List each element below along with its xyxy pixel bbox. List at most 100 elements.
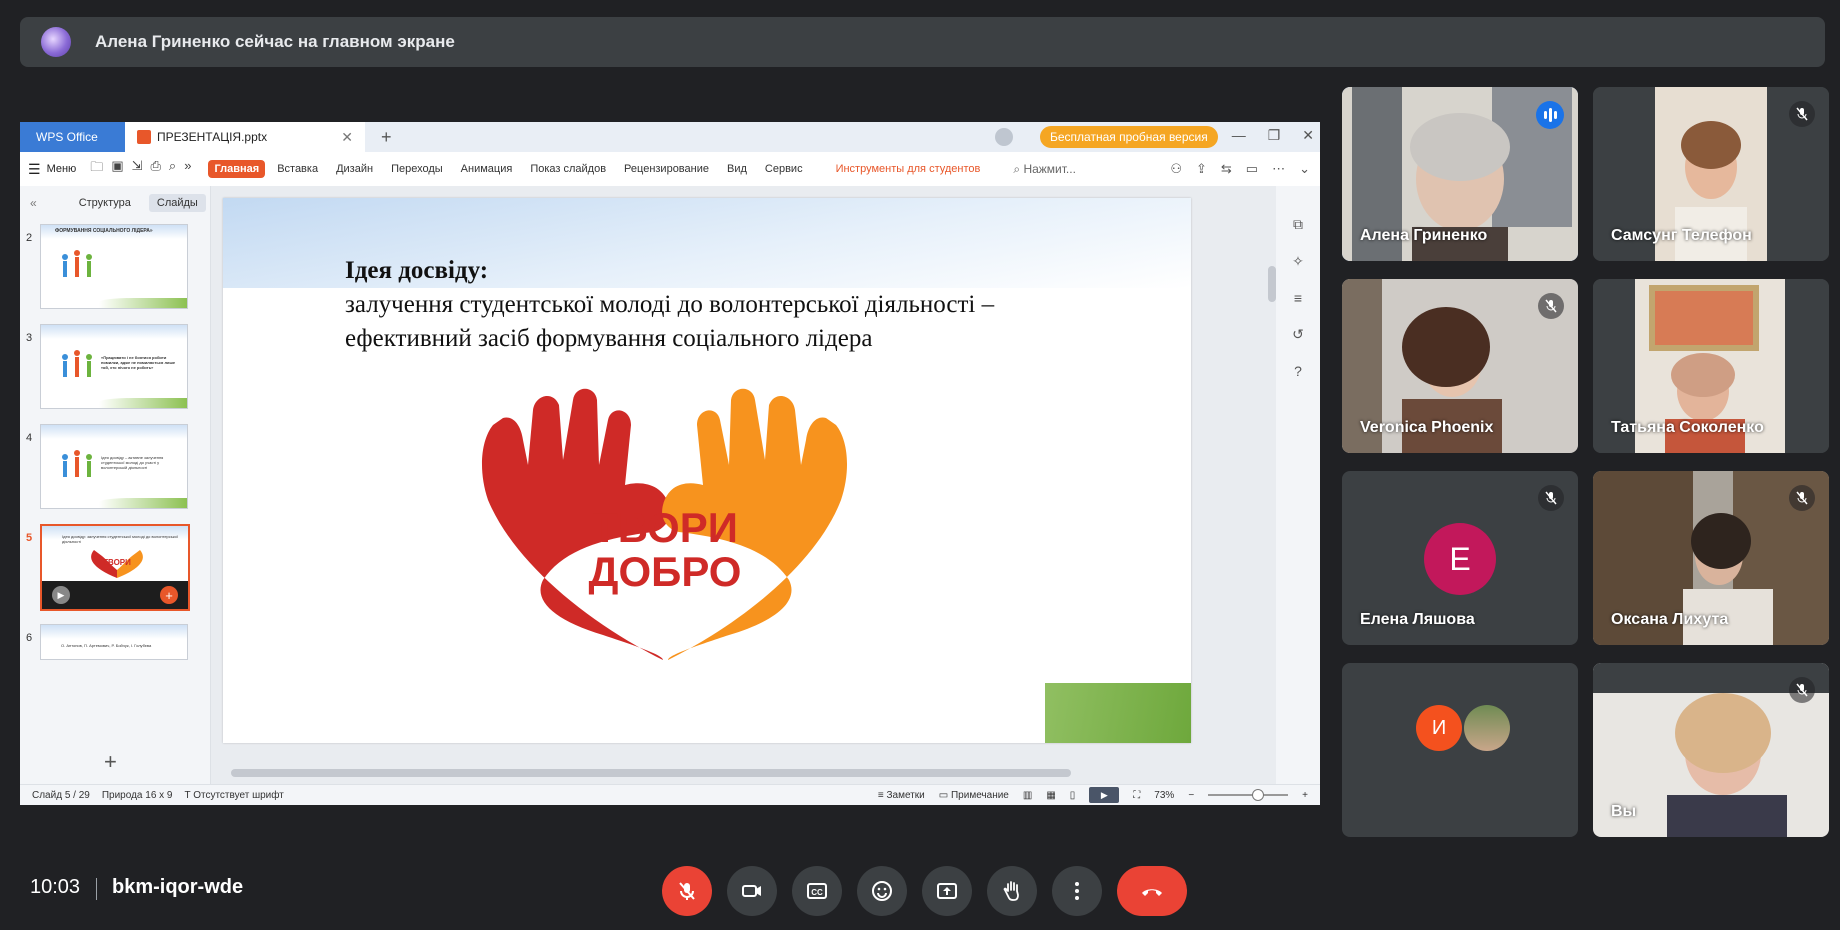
tvory-dobro-image[interactable]: ТВОРИ ДОБРО — [363, 370, 1045, 743]
tab-service[interactable]: Сервис — [759, 160, 809, 178]
speaking-indicator-icon — [1536, 101, 1564, 129]
collapse-panel-icon[interactable]: « — [30, 196, 37, 210]
preview-icon[interactable]: ⌕ — [169, 158, 176, 180]
mic-toggle-button[interactable] — [662, 866, 712, 916]
document-tab-label: ПРЕЗЕНТАЦIЯ.pptx — [157, 130, 268, 144]
fit-icon[interactable]: ⛶ — [1133, 790, 1140, 801]
slide-thumbnail-active[interactable]: Ідея досвіду: залучення студентської мол… — [40, 524, 190, 611]
mic-off-icon — [1538, 485, 1564, 511]
trial-button[interactable]: Бесплатная пробная версия — [1040, 126, 1218, 148]
minimize-icon[interactable]: — — [1232, 127, 1246, 144]
tab-view[interactable]: Вид — [721, 160, 753, 178]
zoom-in-icon[interactable]: + — [1302, 790, 1308, 801]
share-user-icon[interactable]: ⚇ — [1170, 161, 1182, 177]
pin-icon[interactable]: ✧ — [1292, 253, 1304, 270]
more-options-icon[interactable]: ⋯ — [1272, 161, 1285, 177]
zoom-out-icon[interactable]: − — [1188, 790, 1194, 801]
leave-call-button[interactable] — [1117, 866, 1187, 916]
open-folder-icon[interactable]: 🗀 — [90, 158, 103, 180]
wps-office-tab[interactable]: WPS Office — [20, 122, 125, 152]
reading-view-icon[interactable]: ▯ — [1070, 790, 1076, 801]
raise-hand-button[interactable] — [987, 866, 1037, 916]
slide-thumbnail[interactable]: О. Антонов, П. Артемович, Р. Бойчук, І. … — [40, 624, 188, 660]
present-screen-button[interactable] — [922, 866, 972, 916]
tab-transitions[interactable]: Переходы — [385, 160, 449, 178]
close-tab-icon[interactable]: ✕ — [341, 129, 353, 146]
thumb-text: Ідея досвіду – активне залучення студент… — [101, 455, 164, 470]
right-toolbar: ⚇ ⇪ ⇆ ▭ ⋯ ⌄ — [1170, 161, 1310, 177]
window-controls: — ❐ ✕ — [1232, 127, 1314, 144]
tab-review[interactable]: Рецензирование — [618, 160, 715, 178]
missing-font-indicator[interactable]: T Отсутствует шрифт — [185, 790, 284, 801]
tab-home[interactable]: Главная — [208, 160, 266, 178]
slideshow-play-button[interactable]: ▶ — [1089, 787, 1120, 803]
add-icon[interactable]: + — [160, 586, 178, 604]
comment-icon[interactable]: ▭ — [1246, 161, 1258, 177]
zoom-level[interactable]: 73% — [1154, 790, 1174, 801]
tab-slides[interactable]: Слайды — [148, 194, 206, 212]
notes-button[interactable]: ≡ Заметки — [878, 790, 925, 801]
history-icon[interactable]: ↺ — [1292, 326, 1304, 343]
slide-thumbnail[interactable]: Ідея досвіду – активне залучення студент… — [40, 424, 188, 509]
thumb-text: ФОРМУВАННЯ СОЦІАЛЬНОГО ЛІДЕРА» — [55, 228, 153, 234]
help-icon[interactable]: ? — [1294, 363, 1302, 379]
mic-off-icon — [1789, 485, 1815, 511]
zoom-slider[interactable] — [1208, 789, 1289, 801]
participant-tile[interactable]: Татьяна Соколенко — [1593, 279, 1829, 453]
print-icon[interactable]: ⎙ — [151, 158, 161, 180]
present-screen-icon — [937, 883, 957, 899]
participant-tile[interactable]: Алена Гриненко — [1342, 87, 1578, 261]
participant-tile[interactable]: Е Елена Ляшова — [1342, 471, 1578, 645]
add-slide-icon[interactable]: + — [104, 749, 117, 775]
layout-icon[interactable]: ⧉ — [1293, 216, 1303, 233]
collapse-ribbon-icon[interactable]: ⌄ — [1299, 161, 1310, 177]
status-bar: Слайд 5 / 29 Природа 16 x 9 T Отсутствуе… — [20, 784, 1320, 805]
tab-structure[interactable]: Структура — [71, 194, 139, 212]
export-icon[interactable]: ⇲ — [132, 158, 143, 180]
slide-title[interactable]: Ідея досвіду: залучення студентської мол… — [345, 254, 1125, 356]
slide-line-2: ефективний засіб формування соціального … — [345, 325, 873, 352]
participant-tile[interactable]: Самсунг Телефон — [1593, 87, 1829, 261]
tab-animation[interactable]: Анимация — [455, 160, 519, 178]
more-options-button[interactable] — [1052, 866, 1102, 916]
command-search[interactable]: ⌕ Нажмит... — [1013, 162, 1076, 177]
current-slide[interactable]: Ідея досвіду: залучення студентської мол… — [223, 198, 1191, 743]
more-icon[interactable]: » — [184, 158, 191, 180]
avatar: Е — [1424, 523, 1496, 595]
upload-icon[interactable]: ⇪ — [1196, 161, 1207, 177]
slide-thumbnail[interactable]: ФОРМУВАННЯ СОЦІАЛЬНОГО ЛІДЕРА» — [40, 224, 188, 309]
tab-slideshow[interactable]: Показ слайдов — [524, 160, 612, 178]
slide-thumbnail[interactable]: «Працювати і не боятися робити помилки, … — [40, 324, 188, 409]
thumb-number: 4 — [26, 432, 33, 444]
reactions-button[interactable] — [857, 866, 907, 916]
sync-icon[interactable]: ⇆ — [1221, 161, 1232, 177]
settings-sliders-icon[interactable]: ≡ — [1294, 290, 1302, 306]
participant-tile[interactable]: Veronica Phoenix — [1342, 279, 1578, 453]
restore-icon[interactable]: ❐ — [1268, 127, 1281, 144]
document-tab[interactable]: ПРЕЗЕНТАЦIЯ.pptx ✕ — [125, 122, 365, 152]
tab-insert[interactable]: Вставка — [271, 160, 324, 178]
grid-view-icon[interactable]: ▦ — [1046, 790, 1055, 801]
user-account-icon[interactable] — [995, 128, 1013, 146]
captions-icon: CC — [807, 883, 827, 899]
horizontal-scrollbar[interactable] — [221, 769, 1236, 779]
self-tile[interactable]: Вы — [1593, 663, 1829, 837]
tab-design[interactable]: Дизайн — [330, 160, 379, 178]
play-icon[interactable]: ▶ — [52, 586, 70, 604]
participant-group-tile[interactable]: И — [1342, 663, 1578, 837]
close-window-icon[interactable]: ✕ — [1302, 127, 1314, 144]
participant-tile[interactable]: Оксана Лихута — [1593, 471, 1829, 645]
camera-toggle-button[interactable] — [727, 866, 777, 916]
menu-button[interactable]: ☰ Меню — [28, 161, 76, 178]
slide-line-1: залучення студентської молоді до волонте… — [345, 291, 995, 318]
vertical-scrollbar[interactable] — [1266, 196, 1276, 755]
normal-view-icon[interactable]: ▥ — [1023, 790, 1032, 801]
thumb-number: 6 — [26, 632, 33, 644]
captions-button[interactable]: CC — [792, 866, 842, 916]
tab-student-tools[interactable]: Инструменты для студентов — [830, 160, 987, 178]
comment-button[interactable]: ▭ Примечание — [939, 790, 1009, 801]
new-tab-plus-icon[interactable]: + — [381, 127, 392, 148]
presenter-avatar — [41, 27, 71, 57]
save-icon[interactable]: ▣ — [111, 158, 123, 180]
people-figures-icon — [62, 250, 92, 277]
